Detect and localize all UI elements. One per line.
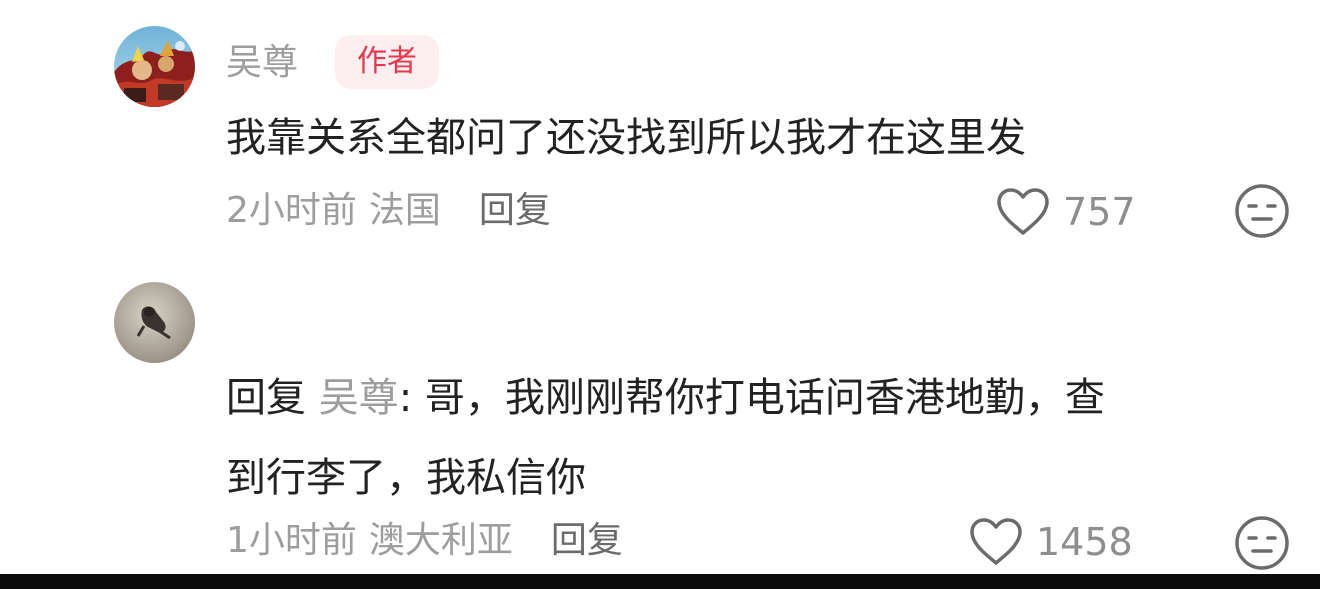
like-button[interactable]: 1458 [968, 516, 1133, 568]
comment-text: 我靠关系全都问了还没找到所以我才在这里发 [226, 115, 1026, 161]
like-button[interactable]: 757 [995, 186, 1136, 238]
like-count: 1458 [1036, 520, 1133, 564]
reply-button[interactable]: 回复 [551, 520, 623, 561]
reply-button[interactable]: 回复 [479, 190, 551, 231]
meh-face-icon [1235, 516, 1289, 570]
comment-location: 澳大利亚 [368, 520, 513, 561]
comment-item: 吴尊 作者 我靠关系全都问了还没找到所以我才在这里发 2小时前 法国 回复 757 [0, 0, 1320, 260]
author-badge: 作者 [335, 35, 439, 89]
bottom-bar [0, 574, 1320, 589]
dislike-button[interactable] [1233, 514, 1291, 572]
comment-text-line: 回复 吴尊: 哥，我刚刚帮你打电话问香港地勤，查 [226, 358, 1286, 438]
comment-meta: 1小时前 澳大利亚 回复 [226, 522, 623, 559]
meh-face-icon [1235, 184, 1289, 238]
heart-outline-icon [970, 518, 1022, 565]
like-count: 757 [1063, 190, 1136, 234]
avatar[interactable] [114, 26, 195, 107]
reply-prefix: 回复 [226, 375, 306, 421]
comment-meta: 2小时前 法国 回复 [226, 192, 551, 229]
comment-item: 回复 吴尊: 哥，我刚刚帮你打电话问香港地勤，查 到行李了，我私信你 1小时前澳… [0, 260, 1320, 574]
dislike-button[interactable] [1233, 182, 1291, 240]
comment-text-line: 到行李了，我私信你 [226, 455, 586, 501]
comment-time: 1小时前 [226, 520, 357, 561]
heart-outline-icon [997, 188, 1049, 235]
avatar[interactable] [114, 282, 195, 363]
reply-target-username[interactable]: 吴尊 [319, 375, 399, 421]
comment-location: 法国 [368, 190, 441, 231]
comment-text: 回复 吴尊: 哥，我刚刚帮你打电话问香港地勤，查 到行李了，我私信你 [226, 358, 1286, 518]
username[interactable]: 吴尊 [226, 45, 298, 81]
comment-text-part: : 哥，我刚刚帮你打电话问香港地勤，查 [398, 375, 1105, 421]
comment-time: 2小时前 [226, 190, 357, 231]
